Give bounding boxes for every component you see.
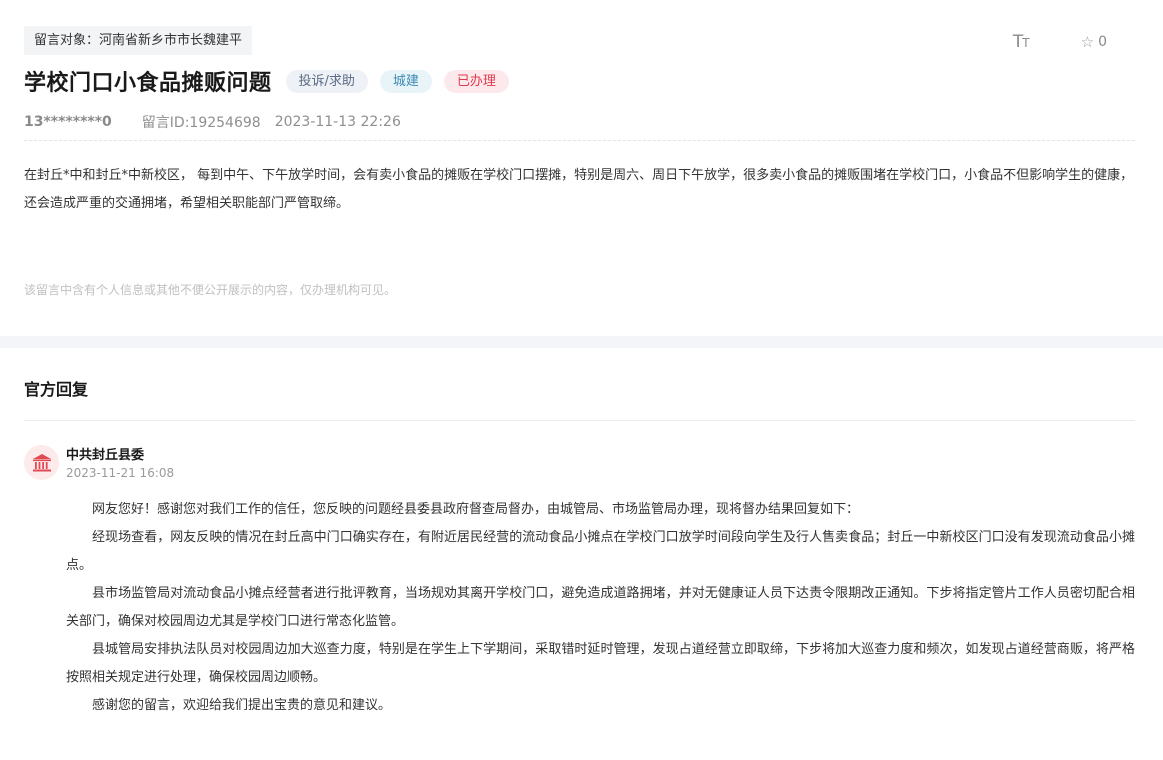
tag-status-done: 已办理 [443, 69, 509, 93]
reply-org-name: 中共封丘县委 [66, 448, 145, 463]
reply-body: 网友您好！感谢您对我们工作的信任，您反映的问题经县委县政府督查局督办，由城管局、… [66, 496, 1135, 720]
page: 留言对象：河南省新乡市市长魏建平 学校门口小食品摊贩问题 投诉/求助 城建 已办… [0, 0, 1163, 760]
message-title: 学校门口小食品摊贩问题 [24, 71, 272, 96]
message-target: 留言对象：河南省新乡市市长魏建平 [24, 26, 253, 55]
reply-paragraph: 经现场查看，网友反映的情况在封丘高中门口确实存在，有附近居民经营的流动食品小摊点… [66, 530, 1135, 573]
message-content: 在封丘*中和封丘*中新校区， 每到中午、下午放学时间，会有卖小食品的摊贩在学校门… [24, 168, 1134, 211]
tag-city-construction: 城建 [379, 69, 432, 93]
message-time: 2023-11-13 22:26 [274, 114, 401, 130]
reply-divider [24, 420, 1135, 421]
star-outline-icon: ☆ [1080, 33, 1095, 51]
section-divider [0, 336, 1163, 348]
reply-paragraph: 网友您好！感谢您对我们工作的信任，您反映的问题经县委县政府督查局督办，由城管局、… [92, 502, 860, 517]
message-user: 13********0 [24, 114, 112, 130]
divider [24, 140, 1135, 141]
message-tools: TT ☆ 0 [1013, 32, 1107, 52]
favorite-count: 0 [1098, 34, 1107, 50]
reply-paragraph: 县城管局安排执法队员对校园周边加大巡查力度，特别是在学生上下学期间，采取错时延时… [66, 642, 1135, 685]
message-meta: 13********0 留言ID:19254698 2023-11-13 22:… [24, 112, 401, 132]
message-id: 留言ID:19254698 [141, 115, 261, 131]
favorite-button[interactable]: ☆ 0 [1081, 33, 1107, 51]
title-row: 学校门口小食品摊贩问题 投诉/求助 城建 已办理 [24, 64, 509, 98]
reply-time: 2023-11-21 16:08 [66, 466, 175, 480]
reply-heading: 官方回复 [24, 380, 89, 399]
reply-paragraph: 感谢您的留言，欢迎给我们提出宝贵的意见和建议。 [92, 698, 392, 713]
tag-complaint: 投诉/求助 [285, 69, 368, 93]
reply-paragraph: 县市场监管局对流动食品小摊点经营者进行批评教育，当场规劝其离开学校门口，避免造成… [66, 586, 1135, 629]
privacy-note: 该留言中含有个人信息或其他不便公开展示的内容，仅办理机构可见。 [24, 283, 397, 297]
font-size-icon[interactable]: TT [1013, 32, 1030, 52]
government-building-icon [24, 445, 59, 480]
message-card: 留言对象：河南省新乡市市长魏建平 学校门口小食品摊贩问题 投诉/求助 城建 已办… [0, 0, 1163, 336]
